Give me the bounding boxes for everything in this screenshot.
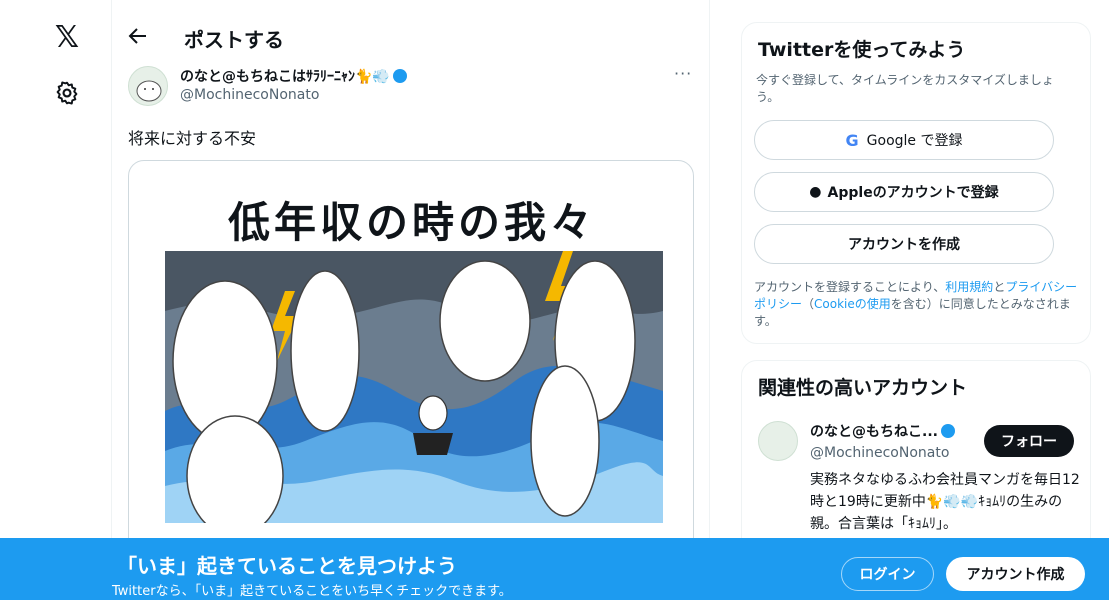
x-logo-icon[interactable]: 𝕏 [52, 23, 82, 53]
related-account-name-text: のなと@もちねこ... [810, 424, 938, 440]
related-account-name[interactable]: のなと@もちねこ... [810, 421, 955, 441]
terms-mid: （ [802, 297, 815, 311]
google-signup-button[interactable]: G Google で登録 [754, 120, 1054, 160]
create-account-button[interactable]: アカウントを作成 [754, 224, 1054, 264]
back-arrow-icon[interactable] [128, 26, 148, 46]
google-icon: G [845, 130, 859, 150]
google-signup-label: Google で登録 [866, 133, 963, 149]
signup-card-description: 今すぐ登録して、タイムラインをカスタマイズしましょう。 [756, 73, 1054, 104]
author-handle[interactable]: @MochinecoNonato [180, 87, 319, 103]
verified-badge-icon [940, 424, 955, 438]
apple-signup-label: Appleのアカウントで登録 [827, 185, 999, 201]
page-title: ポストする [184, 28, 284, 52]
terms-prefix: アカウントを登録することにより、 [754, 280, 946, 294]
signup-card: Twitterを使ってみよう 今すぐ登録して、タイムラインをカスタマイズしましょ… [741, 22, 1091, 344]
bottom-bar-title: 「いま」起きていることを見つけよう [117, 554, 457, 578]
signup-button[interactable]: アカウント作成 [946, 557, 1085, 591]
avatar[interactable] [128, 66, 168, 106]
signup-card-title: Twitterを使ってみよう [758, 39, 966, 61]
apple-icon: ● [809, 184, 822, 200]
terms-and: と [993, 280, 1006, 294]
bottom-signup-bar: 「いま」起きていることを見つけよう Twitterなら、「いま」起きていることを… [0, 538, 1109, 600]
main-column: ポストする のなと@もちねこはｻﾗﾘｰﾆｬﾝ🐈💨 @MochinecoNonat… [112, 0, 710, 600]
author-name[interactable]: のなと@もちねこはｻﾗﾘｰﾆｬﾝ🐈💨 [180, 66, 407, 86]
terms-text: アカウントを登録することにより、利用規約とプライバシーポリシー（Cookieの使… [754, 279, 1084, 330]
bottom-bar-subtitle: Twitterなら、「いま」起きていることをいち早くチェックできます。 [112, 584, 512, 599]
cookie-policy-link[interactable]: Cookieの使用 [814, 297, 891, 311]
media-heading: 低年収の時の我々 [227, 198, 596, 247]
apple-signup-button[interactable]: ● Appleのアカウントで登録 [754, 172, 1054, 212]
verified-badge-icon [392, 69, 407, 83]
author-name-text: のなと@もちねこはｻﾗﾘｰﾆｬﾝ🐈💨 [180, 69, 390, 85]
header: ポストする [112, 0, 710, 56]
terms-of-service-link[interactable]: 利用規約 [945, 280, 993, 294]
related-account-bio: 実務ネタなゆるふわ会社員マンガを毎日12時と19時に更新中🐈💨💨ｷｮﾑﾘの生みの… [810, 472, 1080, 532]
avatar[interactable] [758, 421, 798, 461]
gear-icon[interactable] [54, 80, 80, 106]
left-navigation: 𝕏 [0, 0, 112, 600]
related-accounts-title: 関連性の高いアカウント [758, 377, 968, 399]
tweet-text: 将来に対する不安 [128, 129, 257, 148]
related-account-handle[interactable]: @MochinecoNonato [810, 445, 949, 461]
comic-illustration [165, 251, 663, 523]
follow-button[interactable]: フォロー [984, 425, 1074, 457]
more-options-icon[interactable]: ··· [674, 64, 692, 83]
tweet-media[interactable]: 低年収の時の我々 [128, 160, 694, 560]
login-button[interactable]: ログイン [841, 557, 934, 591]
